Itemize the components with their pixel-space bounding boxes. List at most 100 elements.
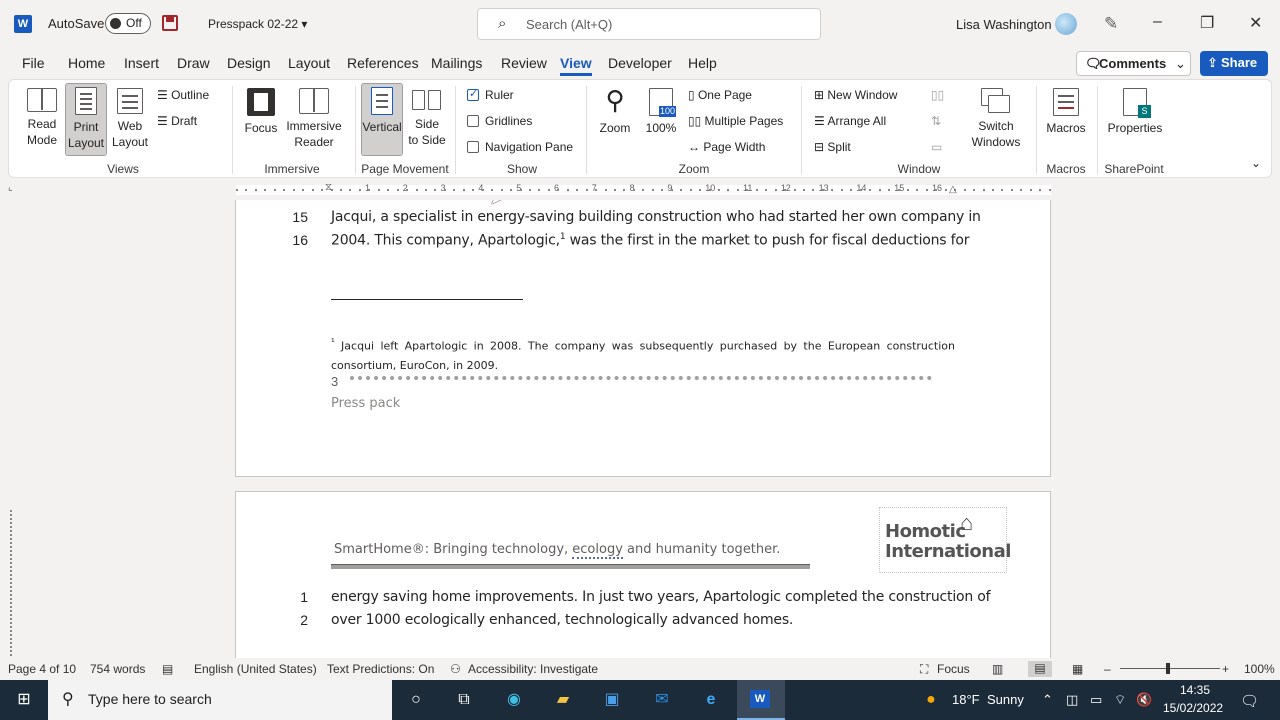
print-layout-button[interactable]: Print Layout: [65, 83, 107, 156]
tab-insert[interactable]: Insert: [124, 55, 159, 71]
tab-home[interactable]: Home: [68, 55, 105, 71]
text-predictions[interactable]: Text Predictions: On: [327, 662, 434, 676]
tab-mailings[interactable]: Mailings: [431, 55, 482, 71]
tab-selector-icon[interactable]: ⌞: [8, 182, 13, 193]
zoom-in-icon[interactable]: +: [1222, 662, 1229, 676]
minimize-button[interactable]: –: [1153, 13, 1162, 31]
read-mode-view-icon[interactable]: ▥: [992, 662, 1003, 676]
weather-temp[interactable]: 18°F: [952, 692, 980, 707]
accessibility-status[interactable]: Accessibility: Investigate: [468, 662, 598, 676]
multiple-pages-button[interactable]: ▯▯ Multiple Pages: [688, 114, 783, 128]
save-icon[interactable]: [162, 15, 178, 31]
tab-draw[interactable]: Draw: [177, 55, 210, 71]
edge-icon[interactable]: ◉: [502, 688, 526, 712]
page-header[interactable]: SmartHome®: Bringing technology, ecology…: [334, 542, 780, 559]
body-line[interactable]: energy saving home improvements. In just…: [331, 589, 991, 605]
footnote[interactable]: ¹ Jacqui left Apartologic in 2008. The c…: [331, 333, 955, 375]
zoom-level[interactable]: 100%: [1244, 662, 1275, 676]
body-line[interactable]: Jacqui, a specialist in energy-saving bu…: [331, 209, 981, 225]
word-count[interactable]: 754 words: [90, 662, 145, 676]
maximize-button[interactable]: ❐: [1200, 13, 1214, 33]
page-count[interactable]: Page 4 of 10: [8, 662, 76, 676]
properties-button[interactable]: S Properties: [1101, 86, 1169, 154]
side-to-side-button[interactable]: Side to Side: [407, 86, 447, 154]
tab-help[interactable]: Help: [688, 55, 717, 71]
share-button[interactable]: ⇪ Share: [1200, 51, 1268, 76]
navigation-pane-checkbox[interactable]: Navigation Pane: [467, 140, 573, 154]
comments-button[interactable]: 🗨 Comments ⌄: [1076, 51, 1191, 76]
right-indent-marker-icon[interactable]: △: [949, 184, 957, 195]
zoom-slider-thumb[interactable]: [1166, 663, 1170, 674]
indent-marker-icon[interactable]: ⧖: [325, 182, 332, 193]
switch-windows-button[interactable]: Switch Windows: [961, 86, 1031, 154]
zoom-out-icon[interactable]: –: [1104, 662, 1111, 676]
split-button[interactable]: ⊟ Split: [814, 140, 851, 154]
ruler-number: 4: [478, 183, 484, 193]
mail-icon[interactable]: ✉: [650, 688, 674, 712]
zoom-slider[interactable]: [1120, 668, 1220, 669]
toggle-knob: [110, 18, 121, 29]
autosave-toggle[interactable]: Off: [105, 13, 151, 34]
network-icon[interactable]: ⌔: [1114, 692, 1126, 708]
volume-muted-icon[interactable]: 🔇: [1136, 692, 1152, 708]
weather-desc[interactable]: Sunny: [987, 692, 1024, 707]
file-explorer-icon[interactable]: ▰: [551, 688, 575, 712]
vertical-ruler[interactable]: [10, 510, 12, 658]
tab-references[interactable]: References: [347, 55, 419, 71]
gridlines-checkbox[interactable]: Gridlines: [467, 114, 532, 128]
tab-developer[interactable]: Developer: [608, 55, 672, 71]
focus-mode-button[interactable]: Focus: [937, 662, 970, 676]
cortana-icon[interactable]: ○: [404, 688, 428, 712]
taskbar-search[interactable]: ⚲ Type here to search: [48, 680, 392, 720]
meet-now-icon[interactable]: ◫: [1066, 692, 1078, 708]
macros-button[interactable]: Macros: [1043, 86, 1089, 154]
proofing-icon[interactable]: ▤: [162, 662, 173, 676]
arrange-all-button[interactable]: ☰ Arrange All: [814, 114, 886, 128]
web-layout-view-icon[interactable]: ▦: [1072, 662, 1083, 676]
search-box[interactable]: ⌕ Search (Alt+Q): [477, 8, 821, 40]
web-layout-button[interactable]: Web Layout: [109, 86, 151, 154]
page-width-button[interactable]: ↔ Page Width: [688, 140, 765, 154]
navigation-pane-label: Navigation Pane: [485, 140, 574, 154]
draft-button[interactable]: ☰ Draft: [157, 114, 197, 128]
avatar[interactable]: [1055, 13, 1077, 35]
immersive-reader-button[interactable]: Immersive Reader: [283, 86, 345, 154]
document-name[interactable]: Presspack 02-22 ▾: [208, 17, 307, 31]
language[interactable]: English (United States): [194, 662, 317, 676]
ruler-checkbox[interactable]: Ruler: [467, 87, 514, 102]
task-view-icon[interactable]: ⧉: [452, 688, 476, 712]
body-line[interactable]: over 1000 ecologically enhanced, technol…: [331, 612, 793, 628]
notifications-icon[interactable]: 🗨: [1240, 692, 1259, 710]
close-button[interactable]: ✕: [1249, 13, 1262, 33]
user-name[interactable]: Lisa Washington: [956, 17, 1052, 32]
ruler-tick: [973, 189, 976, 191]
word-taskbar-button[interactable]: W: [737, 680, 785, 720]
document-area[interactable]: 15 Jacqui, a specialist in energy-saving…: [0, 200, 1280, 658]
tab-layout[interactable]: Layout: [288, 55, 330, 71]
collapse-ribbon-icon[interactable]: ⌄: [1251, 156, 1261, 170]
chevron-up-icon[interactable]: ⌃: [1042, 692, 1053, 708]
one-page-button[interactable]: ▯ One Page: [688, 88, 752, 102]
windows-start-icon[interactable]: ⊞: [12, 688, 36, 712]
pen-icon[interactable]: ✎: [1104, 14, 1118, 34]
vertical-button[interactable]: Vertical: [361, 83, 403, 156]
battery-icon[interactable]: ▭: [1090, 692, 1102, 708]
clock-time[interactable]: 14:35: [1180, 683, 1210, 697]
focus-button[interactable]: Focus: [241, 86, 281, 154]
tab-design[interactable]: Design: [227, 55, 271, 71]
internet-explorer-icon[interactable]: e: [699, 688, 723, 712]
zoom-100-button[interactable]: 100 100%: [641, 86, 681, 154]
read-mode-button[interactable]: Read Mode: [19, 86, 65, 154]
logo-image[interactable]: Homotic International ⌂: [879, 507, 1011, 573]
tab-view[interactable]: View: [560, 55, 592, 76]
outline-button[interactable]: ☰ Outline: [157, 88, 209, 102]
store-icon[interactable]: ▣: [600, 688, 624, 712]
ruler-tick: [765, 189, 768, 191]
print-layout-view-icon[interactable]: ▤: [1028, 661, 1052, 677]
tab-file[interactable]: File: [22, 55, 45, 71]
tab-review[interactable]: Review: [501, 55, 547, 71]
body-line[interactable]: 2004. This company, Apartologic,1 was th…: [331, 232, 970, 249]
clock-date[interactable]: 15/02/2022: [1163, 701, 1223, 715]
new-window-button[interactable]: ⊞ New Window: [814, 88, 897, 102]
zoom-button[interactable]: ⚲ Zoom: [595, 86, 635, 154]
